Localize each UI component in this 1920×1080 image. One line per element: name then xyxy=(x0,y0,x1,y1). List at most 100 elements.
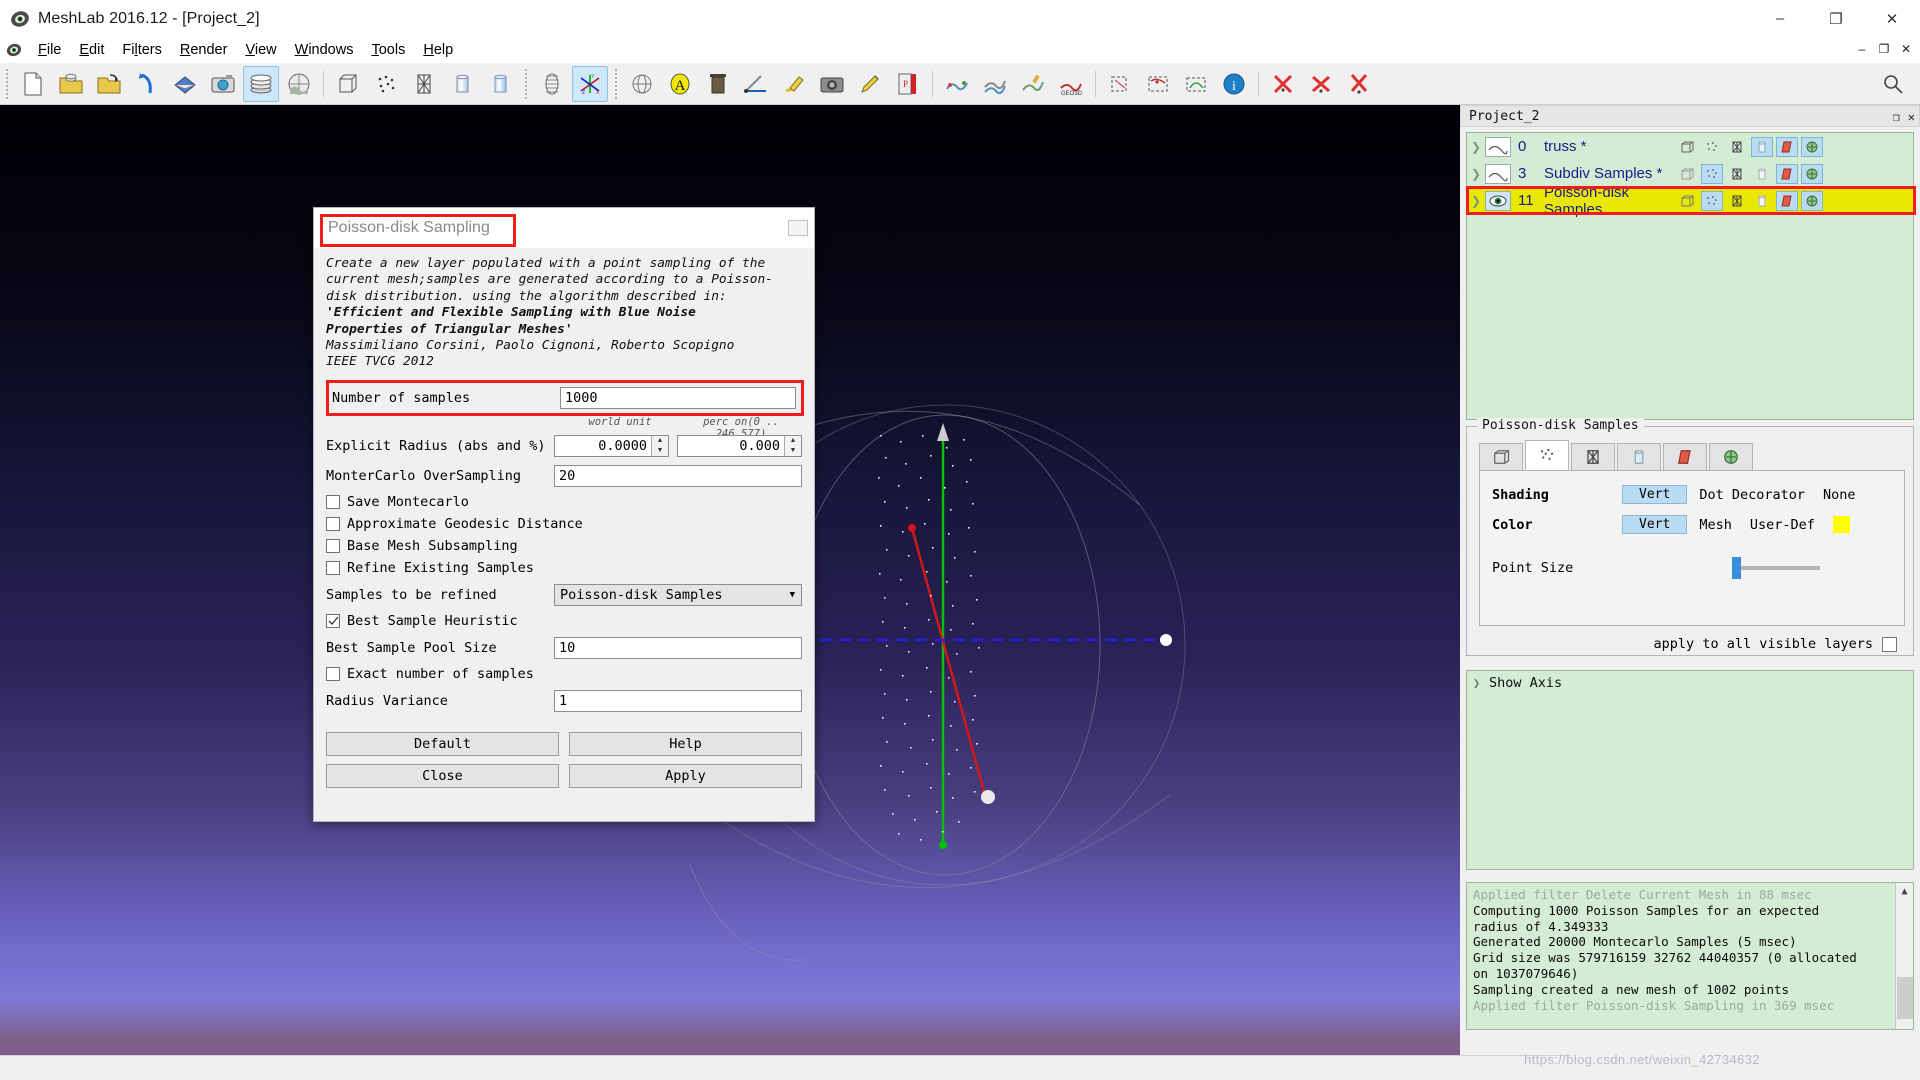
menu-file[interactable]: File xyxy=(29,40,70,60)
flat-lines-icon[interactable] xyxy=(444,66,480,102)
show-axis-icon[interactable]: Y X Z xyxy=(572,66,608,102)
num-samples-input[interactable]: 1000 xyxy=(560,387,796,409)
bounding-box-icon[interactable] xyxy=(330,66,366,102)
maximize-button[interactable]: ❐ xyxy=(1808,0,1864,37)
tab-flat-lines[interactable] xyxy=(1663,443,1707,470)
explicit-radius-perc-value[interactable]: 0.000 xyxy=(678,438,784,454)
align-mesh-icon[interactable] xyxy=(939,66,975,102)
toolbar-grip[interactable] xyxy=(3,69,11,99)
exact-number-of-samples-checkbox[interactable] xyxy=(326,667,340,681)
refine-existing-samples-row[interactable]: Refine Existing Samples xyxy=(326,558,802,579)
project-panel-close-button[interactable]: ✕ xyxy=(1908,110,1915,124)
new-document-icon[interactable] xyxy=(15,66,51,102)
approximate-geodesic-checkbox[interactable] xyxy=(326,517,340,531)
menu-render[interactable]: Render xyxy=(171,40,237,60)
points-icon[interactable] xyxy=(368,66,404,102)
close-button[interactable]: ✕ xyxy=(1864,0,1920,37)
wireframe-icon[interactable] xyxy=(406,66,442,102)
default-button[interactable]: Default xyxy=(326,732,559,756)
point-size-slider-knob[interactable] xyxy=(1732,557,1741,579)
select-connected-icon[interactable] xyxy=(1178,66,1214,102)
chevron-right-icon[interactable]: ❯ xyxy=(1473,676,1487,690)
minimize-button[interactable]: – xyxy=(1752,0,1808,37)
approximate-geodesic-row[interactable]: Approximate Geodesic Distance xyxy=(326,514,802,535)
open-mesh-folder-icon[interactable] xyxy=(53,66,89,102)
reload-icon[interactable] xyxy=(129,66,165,102)
log-scrollbar-thumb[interactable] xyxy=(1897,977,1913,1019)
align-layers-icon[interactable] xyxy=(977,66,1013,102)
show-axis-panel[interactable]: ❯ Show Axis xyxy=(1466,670,1914,870)
radius-variance-input[interactable]: 1 xyxy=(554,690,802,712)
smooth-shading-icon[interactable] xyxy=(1801,164,1823,184)
show-axis-header[interactable]: ❯ Show Axis xyxy=(1473,675,1907,691)
log-console[interactable]: Applied filter Delete Current Mesh in 88… xyxy=(1466,882,1914,1030)
text-label-A-icon[interactable]: A xyxy=(662,66,698,102)
montecarlo-oversampling-input[interactable]: 20 xyxy=(554,465,802,487)
layer-list[interactable]: ❯ 0 truss * ❯ xyxy=(1466,132,1914,420)
tab-flat-shading[interactable] xyxy=(1617,443,1661,470)
spinner-down-icon[interactable]: ▼ xyxy=(652,446,668,456)
pencil-edit-icon[interactable] xyxy=(852,66,888,102)
point-size-slider[interactable] xyxy=(1732,566,1820,570)
flat-lines-icon[interactable] xyxy=(1776,164,1798,184)
project-panel-float-button[interactable]: ❐ xyxy=(1893,110,1900,124)
tab-points[interactable] xyxy=(1525,440,1569,470)
apply-all-layers-checkbox[interactable] xyxy=(1882,637,1897,652)
delete-selected-faces-icon[interactable] xyxy=(1265,66,1301,102)
bounding-box-icon[interactable] xyxy=(1676,137,1698,157)
color-vert-button[interactable]: Vert xyxy=(1622,515,1687,534)
samples-to-be-refined-select[interactable]: Poisson-disk Samples ▼ xyxy=(554,584,802,606)
toolbar-grip-3[interactable] xyxy=(612,69,620,99)
pdf-export-icon[interactable]: P xyxy=(890,66,926,102)
explicit-radius-abs-value[interactable]: 0.0000 xyxy=(555,438,651,454)
tab-smooth-shading[interactable] xyxy=(1709,443,1753,470)
show-layer-dialog-icon[interactable] xyxy=(243,66,279,102)
color-mesh-option[interactable]: Mesh xyxy=(1699,517,1732,533)
best-sample-pool-size-input[interactable]: 10 xyxy=(554,637,802,659)
spinner-down-icon[interactable]: ▼ xyxy=(785,446,801,456)
eye-visible-icon[interactable] xyxy=(1485,191,1511,211)
save-montecarlo-checkbox[interactable] xyxy=(326,495,340,509)
explicit-radius-perc-spinner[interactable]: 0.000 ▲▼ xyxy=(677,435,802,457)
menu-view[interactable]: View xyxy=(236,40,285,60)
bounding-box-icon[interactable] xyxy=(1676,191,1698,211)
menu-filters[interactable]: Filters xyxy=(113,40,171,60)
paint-brush-icon[interactable] xyxy=(776,66,812,102)
select-faces-icon[interactable] xyxy=(1102,66,1138,102)
snapshot-camera-icon[interactable] xyxy=(205,66,241,102)
points-icon[interactable] xyxy=(1701,137,1723,157)
wireframe-icon[interactable] xyxy=(1726,137,1748,157)
points-icon[interactable] xyxy=(1701,164,1723,184)
delete-selected-vertices-icon[interactable] xyxy=(1303,66,1339,102)
mdi-close-button[interactable]: ✕ xyxy=(1896,39,1916,59)
color-picker-icon[interactable] xyxy=(1015,66,1051,102)
toolbar-grip-2[interactable] xyxy=(522,69,530,99)
smooth-shading-icon[interactable] xyxy=(1801,191,1823,211)
dot-decorator-value[interactable]: None xyxy=(1823,487,1856,503)
flat-shading-icon[interactable] xyxy=(1751,164,1773,184)
menu-help[interactable]: Help xyxy=(414,40,462,60)
textured-mesh-icon[interactable] xyxy=(534,66,570,102)
spinner-up-icon[interactable]: ▲ xyxy=(652,436,668,446)
best-sample-heuristic-checkbox[interactable] xyxy=(326,614,340,628)
close-button[interactable]: Close xyxy=(326,764,559,788)
poisson-disk-sampling-dialog[interactable]: Poisson-disk Sampling Create a new layer… xyxy=(313,207,815,822)
layer-row[interactable]: ❯ 11 Poisson-disk Samples xyxy=(1467,187,1913,214)
clear-selection-icon[interactable] xyxy=(1341,66,1377,102)
flat-lines-icon[interactable] xyxy=(1776,137,1798,157)
menu-tools[interactable]: Tools xyxy=(362,40,414,60)
chevron-right-icon[interactable]: ❯ xyxy=(1471,167,1485,181)
spinner-up-icon[interactable]: ▲ xyxy=(785,436,801,446)
help-button[interactable]: Help xyxy=(569,732,802,756)
save-mesh-icon[interactable] xyxy=(167,66,203,102)
spinner-arrows[interactable]: ▲▼ xyxy=(651,436,668,456)
best-sample-heuristic-row[interactable]: Best Sample Heuristic xyxy=(326,611,802,632)
sphere-wire-icon[interactable] xyxy=(624,66,660,102)
global-render-icon[interactable] xyxy=(281,66,317,102)
layer-row[interactable]: ❯ 0 truss * xyxy=(1467,133,1913,160)
shading-vert-button[interactable]: Vert xyxy=(1622,485,1687,504)
flat-lines-icon[interactable] xyxy=(1776,191,1798,211)
info-icon[interactable]: i xyxy=(1216,66,1252,102)
select-vertices-icon[interactable] xyxy=(1140,66,1176,102)
flat-shading-icon[interactable] xyxy=(1751,191,1773,211)
